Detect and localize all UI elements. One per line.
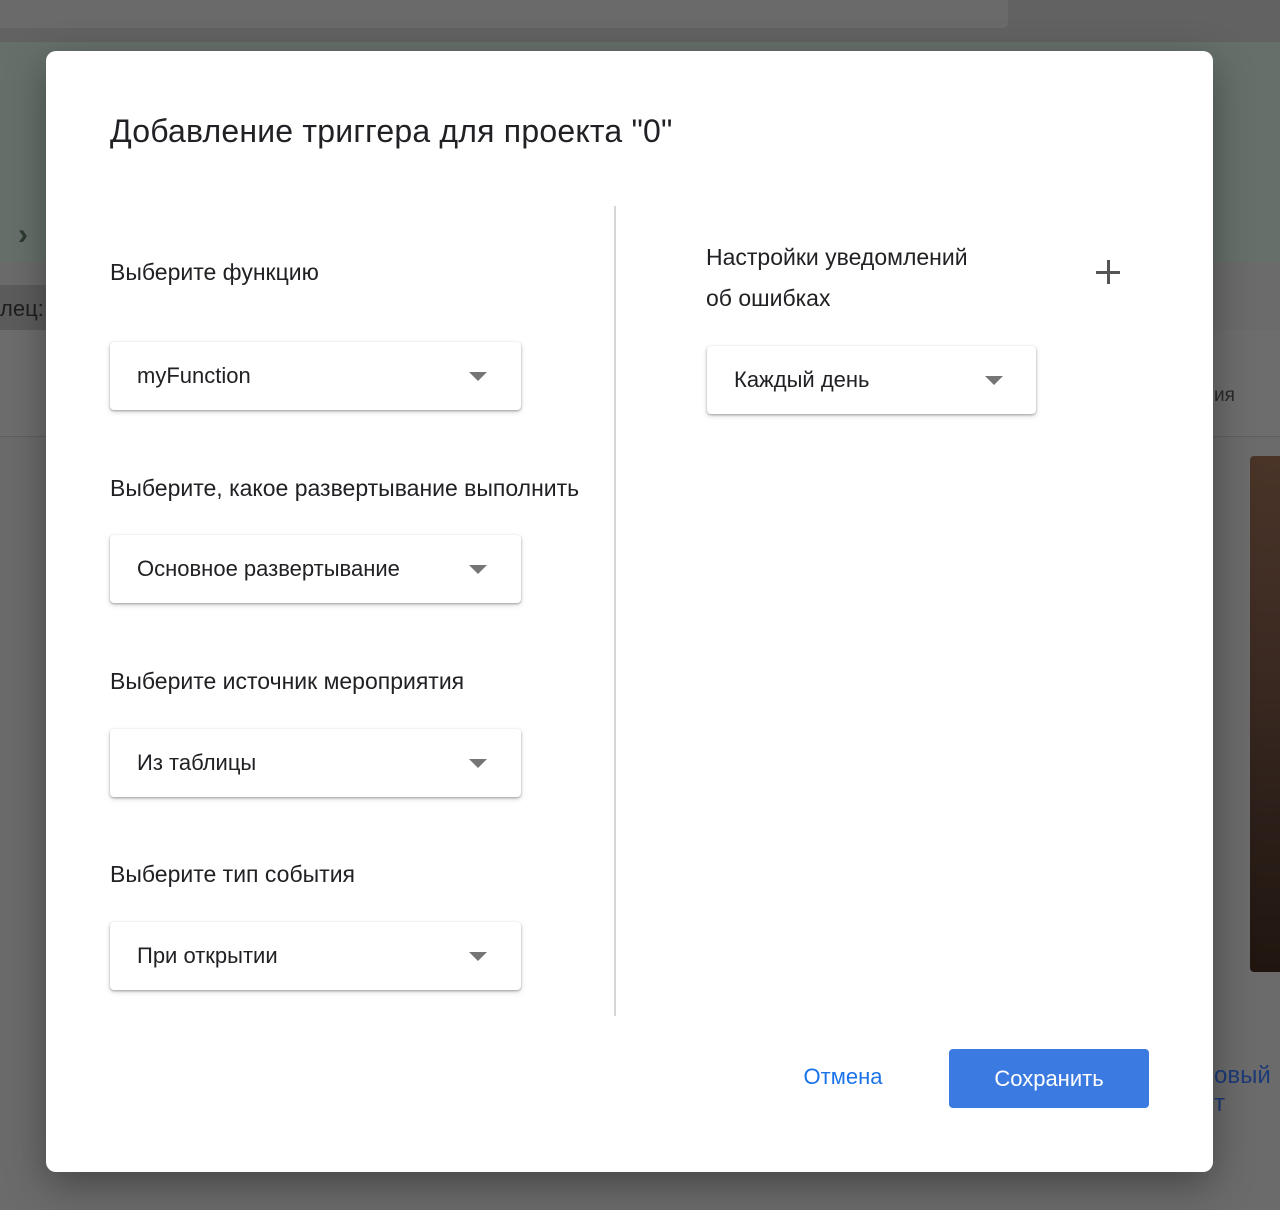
background-partial-label: лец: <box>0 296 44 321</box>
background-partial-link: овый т <box>1214 1062 1271 1117</box>
dropdown-arrow-icon <box>469 759 487 768</box>
event-type-select-value: При открытии <box>137 943 278 968</box>
deployment-select[interactable]: Основное развертывание <box>110 535 521 603</box>
add-trigger-dialog: Добавление триггера для проекта "0" Выбе… <box>46 51 1213 1172</box>
notification-settings-label-line1: Настройки уведомлений <box>706 244 968 270</box>
dialog-title: Добавление триггера для проекта "0" <box>110 113 673 149</box>
event-source-label: Выберите источник мероприятия <box>110 668 465 694</box>
background-image <box>1250 456 1280 972</box>
dropdown-arrow-icon <box>469 952 487 961</box>
event-type-label: Выберите тип события <box>110 861 355 887</box>
chevron-right-icon: › <box>18 218 28 251</box>
dropdown-arrow-icon <box>985 376 1003 385</box>
dropdown-arrow-icon <box>469 372 487 381</box>
column-divider <box>614 206 616 1016</box>
plus-icon[interactable] <box>1092 256 1124 288</box>
dropdown-arrow-icon <box>469 565 487 574</box>
function-select-value: myFunction <box>137 363 251 388</box>
notification-frequency-value: Каждый день <box>734 367 870 392</box>
event-type-select[interactable]: При открытии <box>110 922 521 990</box>
function-select[interactable]: myFunction <box>110 342 521 410</box>
notification-frequency-select[interactable]: Каждый день <box>707 346 1036 414</box>
notification-settings-label-line2: об ошибках <box>706 285 831 311</box>
deployment-select-value: Основное развертывание <box>137 556 400 581</box>
event-source-select[interactable]: Из таблицы <box>110 729 521 797</box>
save-button[interactable]: Сохранить <box>949 1049 1149 1108</box>
cancel-button[interactable]: Отмена <box>778 1051 908 1103</box>
function-label: Выберите функцию <box>110 259 319 285</box>
background-top-bar <box>0 0 1280 42</box>
deployment-label: Выберите, какое развертывание выполнить <box>110 475 580 501</box>
event-source-select-value: Из таблицы <box>137 750 257 775</box>
background-partial-column: ия <box>1214 385 1235 406</box>
background-search-bar <box>0 0 1008 28</box>
notification-settings-label: Настройки уведомлений об ошибках <box>706 237 968 319</box>
